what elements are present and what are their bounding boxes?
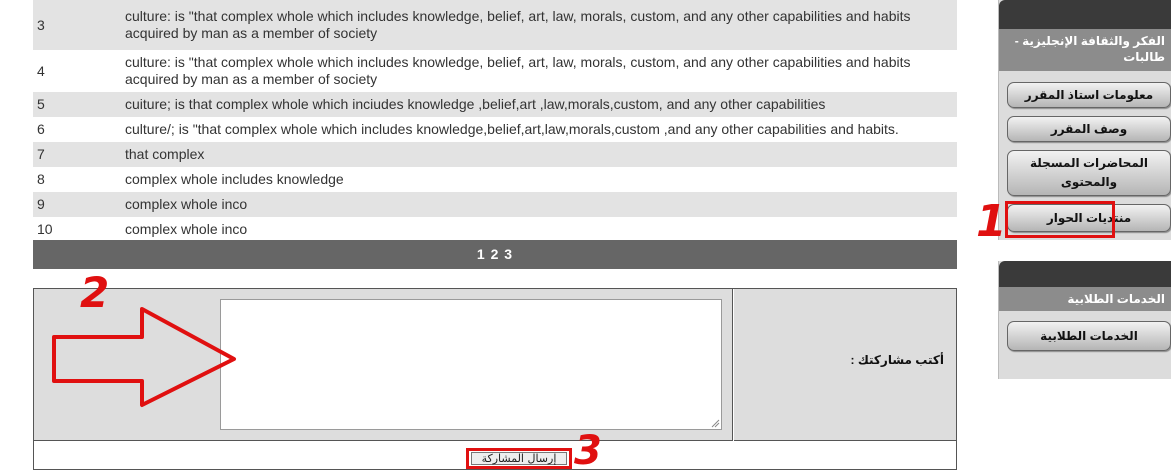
arrow-right-icon: [52, 307, 236, 407]
post-text: cuiture; is that complex whole which inc…: [125, 96, 826, 112]
posts-table: 3 culture: is "that complex whole which …: [33, 0, 957, 242]
table-row: 3 culture: is "that complex whole which …: [33, 0, 957, 50]
reply-textarea[interactable]: [220, 299, 722, 430]
annotation-number-3: 3: [574, 428, 602, 470]
forums-highlight: [1005, 201, 1115, 238]
services-panel: الخدمات الطلابية الخدمات الطلابية: [998, 261, 1171, 379]
table-row: 4 culture: is "that complex whole which …: [33, 50, 957, 92]
table-row: 7 that complex: [33, 142, 957, 167]
post-number: 5: [37, 96, 45, 112]
post-text: complex whole includes knowledge: [125, 171, 344, 187]
post-number: 10: [37, 221, 53, 237]
table-row: 8 complex whole includes knowledge: [33, 167, 957, 192]
post-number: 4: [37, 62, 45, 79]
post-number: 6: [37, 121, 45, 137]
course-description-button[interactable]: وصف المقرر: [1007, 116, 1171, 142]
post-number: 8: [37, 171, 45, 187]
post-text: culture/; is "that complex whole which i…: [125, 121, 899, 137]
post-number: 9: [37, 196, 45, 212]
table-row: 9 complex whole inco: [33, 192, 957, 217]
table-row: 5 cuiture; is that complex whole which i…: [33, 92, 957, 117]
post-number: 7: [37, 146, 45, 162]
submit-post-button[interactable]: إرسال المشاركة: [471, 452, 567, 465]
reply-label: أكتب مشاركتك :: [850, 353, 944, 367]
services-title: الخدمات الطلابية: [999, 287, 1171, 311]
post-text: culture: is "that complex whole which in…: [125, 54, 911, 87]
reply-label-cell: أكتب مشاركتك :: [734, 289, 956, 441]
recorded-lectures-button[interactable]: المحاضرات المسجلة والمحتوى: [1007, 150, 1171, 196]
post-number: 3: [37, 16, 45, 33]
table-row: 10 complex whole inco: [33, 217, 957, 242]
annotation-number-1: 1: [976, 196, 1007, 247]
student-services-button[interactable]: الخدمات الطلابية: [1007, 321, 1171, 351]
course-instructor-button[interactable]: معلومات استاذ المقرر: [1007, 82, 1171, 108]
post-text: complex whole inco: [125, 221, 248, 237]
panel-header-bar: [999, 0, 1171, 29]
post-text: complex whole inco: [125, 196, 248, 212]
course-title: الفكر والثقافة الإنجليزية - طالبات: [999, 29, 1171, 71]
sidebar: الفكر والثقافة الإنجليزية - طالبات معلوم…: [996, 0, 1171, 470]
post-text: culture: is "that complex whole which in…: [125, 8, 911, 41]
submit-highlight: إرسال المشاركة: [466, 448, 572, 469]
pagination[interactable]: 1 2 3: [33, 240, 957, 269]
post-text: that complex: [125, 146, 205, 162]
resize-grip-icon[interactable]: [710, 418, 720, 428]
panel-header-bar: [999, 261, 1171, 287]
table-row: 6 culture/; is "that complex whole which…: [33, 117, 957, 142]
